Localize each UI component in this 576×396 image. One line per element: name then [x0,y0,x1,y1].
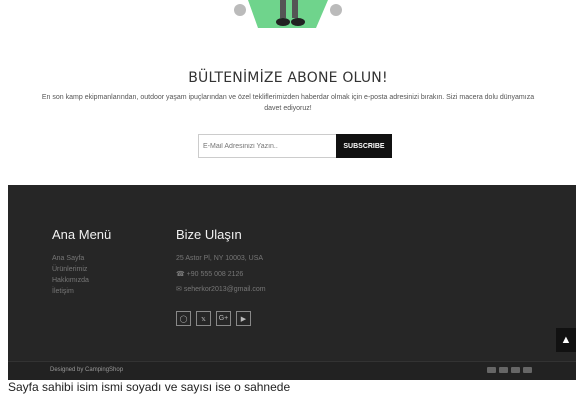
footer-bottom-bar: Designed by CampingShop [8,361,576,380]
footer-menu-item[interactable]: Ana Sayfa [52,255,84,262]
footer-email[interactable]: ✉ seherkor2013@gmail.com [176,285,266,293]
designed-by: Designed by CampingShop [50,367,124,373]
footer-menu-item[interactable]: Hakkımızda [52,277,89,284]
footer-menu-item[interactable]: Ürünlerimiz [52,266,87,273]
footer-menu-title: Ana Menü [52,227,112,242]
payment-icons [487,367,532,373]
footer-contact-title: Bize Ulaşın [176,227,242,242]
card-icon [499,367,508,373]
email-input[interactable] [198,134,336,158]
google-plus-icon[interactable]: G+ [216,311,231,326]
scroll-top-button[interactable]: ▲ [556,328,576,352]
youtube-icon[interactable]: ▶ [236,311,251,326]
card-icon [523,367,532,373]
subscribe-button[interactable]: SUBSCRIBE [336,134,392,158]
social-links: ◯ 𝕩 G+ ▶ [176,311,251,326]
newsletter-form: SUBSCRIBE [198,134,392,158]
card-icon [511,367,520,373]
footer: Ana Menü Ana Sayfa Ürünlerimiz Hakkımızd… [8,185,576,361]
instagram-icon[interactable]: ◯ [176,311,191,326]
newsletter-description: En son kamp ekipmanlarından, outdoor yaş… [41,94,535,112]
newsletter-section: BÜLTENİMİZE ABONE OLUN! En son kamp ekip… [0,62,576,114]
card-icon [487,367,496,373]
footer-menu-item[interactable]: İletişim [52,288,74,295]
email-icon: ✉ [176,286,184,293]
page-caption: Sayfa sahibi isim ismi soyadı ve sayısı … [8,380,291,394]
hero-illustration [228,0,348,32]
phone-icon: ☎ [176,271,187,278]
newsletter-title: BÜLTENİMİZE ABONE OLUN! [188,70,388,86]
twitter-icon[interactable]: 𝕩 [196,311,211,326]
footer-phone: ☎ +90 555 008 2126 [176,271,244,278]
footer-address: 25 Astor Pl, NY 10003, USA [176,255,264,262]
